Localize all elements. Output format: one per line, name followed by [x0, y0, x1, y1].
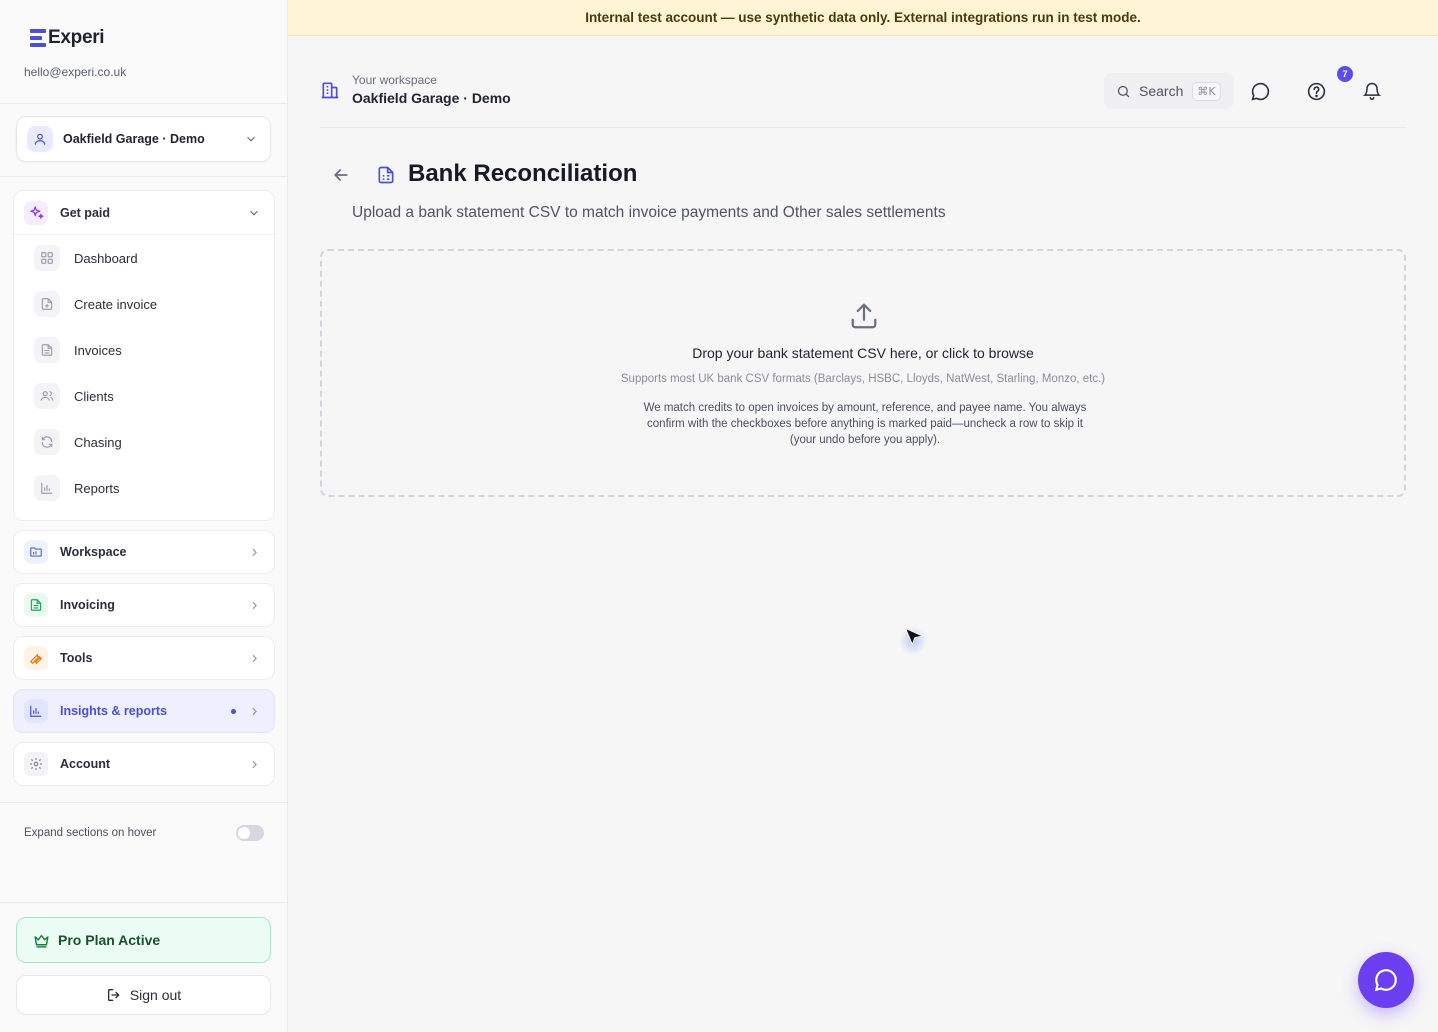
sidebar-item-reports[interactable]: Reports — [14, 465, 274, 511]
mouse-cursor-icon — [904, 627, 924, 646]
workspace-name: Oakfield Garage · Demo — [352, 90, 511, 106]
file-text-icon — [34, 337, 60, 363]
divider — [0, 902, 287, 903]
file-plus-icon — [34, 291, 60, 317]
brand-logo[interactable]: Experi — [30, 27, 105, 49]
sidebar-item-label: Invoices — [74, 342, 122, 358]
chevron-right-icon — [252, 654, 257, 662]
chevron-right-icon — [252, 760, 257, 768]
pro-plan-card[interactable]: Pro Plan Active — [16, 917, 271, 963]
folder-icon — [24, 540, 48, 564]
sign-out-label: Sign out — [129, 987, 182, 1003]
message-circle-icon — [1374, 969, 1397, 992]
sidebar-section-label: Tools — [60, 651, 93, 665]
sidebar-item-label: Dashboard — [74, 250, 138, 266]
dropzone-note: We match credits to open invoices by amo… — [643, 402, 1087, 446]
expand-on-hover-label: Expand sections on hover — [24, 827, 157, 839]
help-button[interactable] — [1304, 79, 1328, 103]
workspace-caption: Your workspace — [352, 73, 437, 87]
expand-on-hover-toggle[interactable] — [236, 825, 264, 841]
divider — [0, 176, 287, 177]
sidebar-item-label: Reports — [74, 480, 120, 496]
sidebar-item-label: Chasing — [74, 434, 122, 450]
sidebar-item-label: Create invoice — [74, 296, 158, 312]
sidebar-item-invoices[interactable]: Invoices — [14, 327, 274, 373]
search-button[interactable]: Search ⌘K — [1104, 73, 1234, 109]
workspace-select[interactable]: Oakfield Garage · Demo — [16, 116, 271, 162]
sidebar-item-label: Clients — [74, 388, 114, 404]
experi-logo-icon — [30, 29, 46, 47]
sidebar-section-tools[interactable]: Tools — [13, 636, 275, 680]
document-icon — [24, 593, 48, 617]
test-mode-banner: Internal test account — use synthetic da… — [288, 0, 1438, 36]
sidebar-section-label: Insights & reports — [60, 704, 167, 718]
file-spreadsheet-icon — [378, 166, 394, 184]
sign-out-button[interactable]: Sign out — [16, 975, 271, 1015]
get-paid-title: Get paid — [60, 205, 111, 220]
bar-chart-icon — [24, 699, 48, 723]
page-title: Bank Reconciliation — [408, 160, 638, 187]
banner-text: Internal test account — use synthetic da… — [585, 10, 1141, 25]
get-paid-section: Get paid Dashboard Create invoice Invoic… — [13, 190, 275, 521]
sidebar-item-create-invoice[interactable]: Create invoice — [14, 281, 274, 327]
sidebar-section-account[interactable]: Account — [13, 742, 275, 786]
workspace-select-label: Oakfield Garage · Demo — [63, 132, 205, 146]
building-icon — [321, 82, 339, 99]
dropzone-title: Drop your bank statement CSV here, or cl… — [692, 345, 1034, 361]
wrench-icon — [24, 646, 48, 670]
gear-icon — [24, 752, 48, 776]
expand-on-hover-setting: Expand sections on hover — [24, 823, 264, 843]
sparkles-icon — [24, 200, 48, 225]
user-email: hello@experi.co.uk — [24, 65, 127, 79]
pro-plan-label: Pro Plan Active — [58, 932, 161, 948]
chat-button[interactable] — [1248, 79, 1272, 103]
chevron-down-icon — [250, 210, 258, 216]
crown-icon — [34, 934, 49, 948]
csv-dropzone[interactable]: Drop your bank statement CSV here, or cl… — [320, 249, 1406, 497]
sidebar-section-label: Invoicing — [60, 598, 115, 612]
message-circle-icon — [1251, 82, 1269, 100]
search-label: Search — [1139, 83, 1184, 99]
sidebar-section-label: Account — [60, 757, 110, 771]
grid-icon — [34, 245, 60, 271]
divider — [0, 802, 287, 803]
sidebar-section-workspace[interactable]: Workspace — [13, 530, 275, 574]
sidebar-item-chasing[interactable]: Chasing — [14, 419, 274, 465]
bell-icon — [1362, 82, 1382, 101]
chevron-down-icon — [247, 136, 255, 142]
sidebar-item-clients[interactable]: Clients — [14, 373, 274, 419]
users-icon — [34, 383, 60, 409]
sidebar-section-label: Workspace — [60, 545, 127, 559]
top-bar: Your workspace Oakfield Garage · Demo Se… — [320, 66, 1406, 128]
upload-icon — [851, 303, 877, 329]
sidebar-item-dashboard[interactable]: Dashboard — [14, 235, 274, 281]
chevron-right-icon — [252, 601, 257, 609]
divider — [0, 103, 287, 104]
user-icon — [27, 126, 53, 152]
refresh-icon — [34, 429, 60, 455]
main-content: Internal test account — use synthetic da… — [288, 0, 1438, 1032]
chevron-right-icon — [252, 707, 257, 715]
get-paid-header[interactable]: Get paid — [14, 191, 274, 235]
sidebar-section-insights-reports[interactable]: Insights & reports — [13, 689, 275, 733]
search-icon — [1117, 85, 1130, 97]
help-circle-icon — [1307, 82, 1325, 100]
sidebar-section-invoicing[interactable]: Invoicing — [13, 583, 275, 627]
brand-name: Experi — [48, 27, 105, 48]
back-arrow-icon[interactable] — [331, 165, 351, 185]
notifications-button[interactable] — [1360, 79, 1384, 103]
page-subtitle: Upload a bank statement CSV to match inv… — [352, 204, 946, 221]
active-indicator-dot — [231, 708, 236, 714]
chat-widget-button[interactable] — [1358, 952, 1414, 1008]
log-out-icon — [107, 989, 120, 1001]
chevron-right-icon — [252, 548, 257, 556]
bar-chart-icon — [34, 475, 60, 501]
help-badge: 7 — [1337, 66, 1353, 82]
search-shortcut: ⌘K — [1192, 81, 1221, 101]
dropzone-formats: Supports most UK bank CSV formats (Barcl… — [620, 373, 1106, 385]
sidebar: Experi hello@experi.co.uk Oakfield Garag… — [0, 0, 288, 1032]
